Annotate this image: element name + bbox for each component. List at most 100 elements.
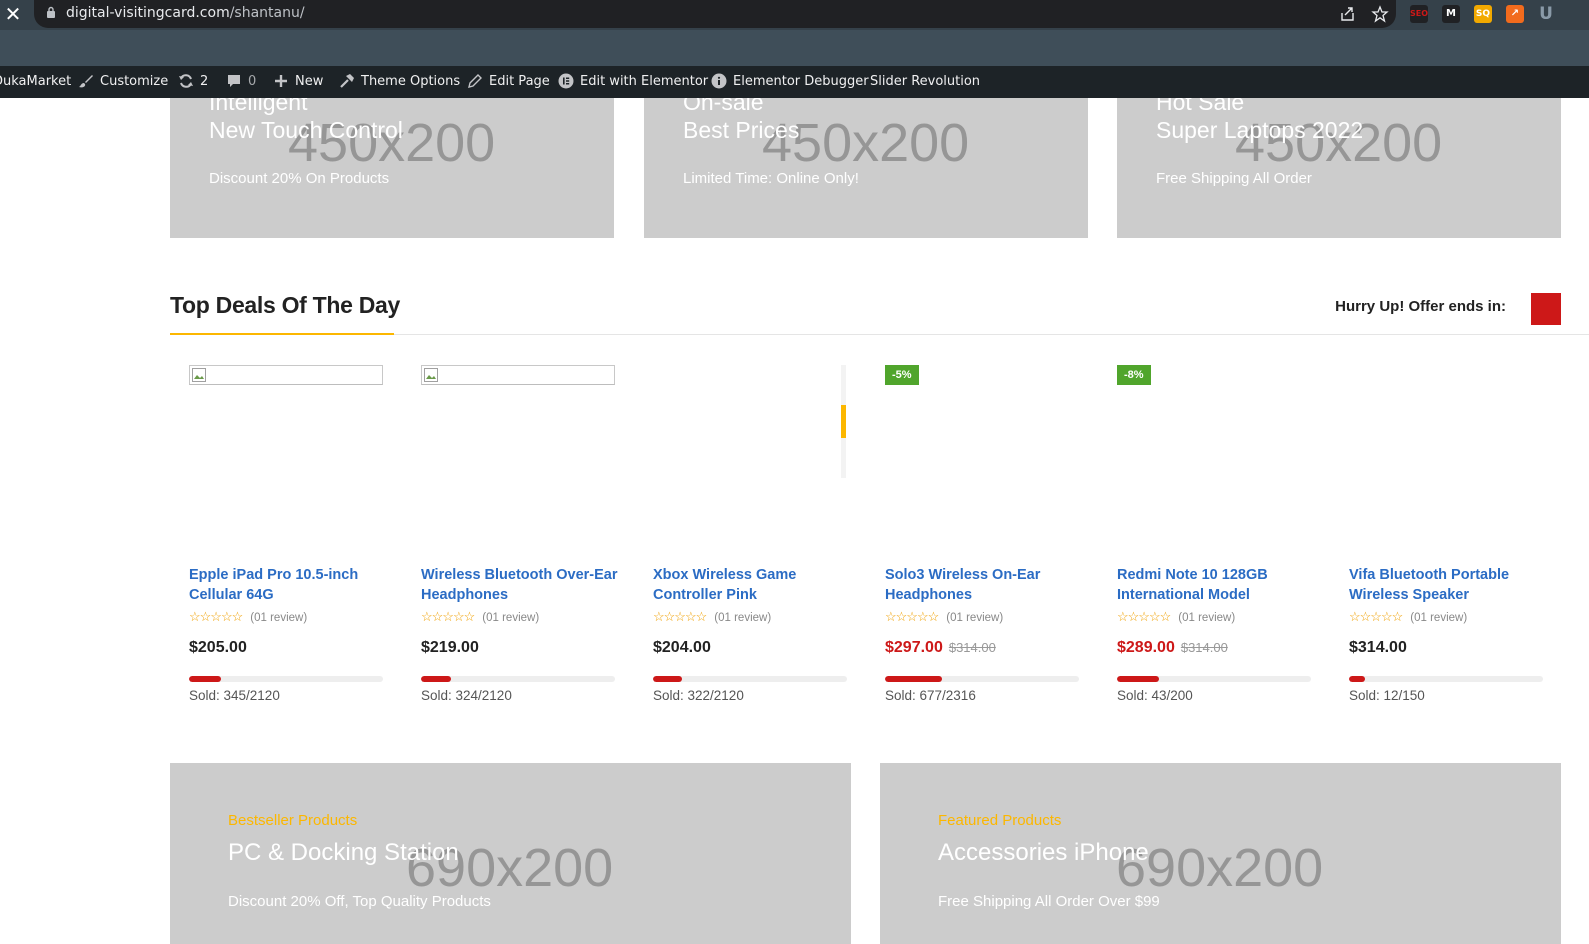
sold-progress-bar xyxy=(1349,676,1543,682)
admin-customize-label: Customize xyxy=(100,74,169,89)
admin-theme-options[interactable]: Theme Options xyxy=(339,66,460,98)
product-name[interactable]: Solo3 Wireless On-Ear Headphones xyxy=(885,565,1085,605)
product-card[interactable]: Epple iPad Pro 10.5-inch Cellular 64G ☆☆… xyxy=(189,365,383,715)
lock-icon xyxy=(47,6,55,18)
admin-new[interactable]: New xyxy=(273,66,323,98)
review-count[interactable]: (01 review) xyxy=(1410,612,1467,624)
broken-image-icon xyxy=(192,368,206,382)
bookmarks-bar xyxy=(0,30,1589,66)
star-icon[interactable] xyxy=(1371,5,1389,23)
product-price: $314.00 xyxy=(1349,639,1407,656)
admin-elementor-debugger[interactable]: Elementor Debugger xyxy=(711,66,869,98)
sold-count: Sold: 12/150 xyxy=(1349,688,1425,703)
product-name[interactable]: Xbox Wireless Game Controller Pink xyxy=(653,565,853,605)
discount-badge: -5% xyxy=(885,365,919,385)
admin-slider-revolution[interactable]: Slider Revolution xyxy=(870,66,980,98)
admin-edit-elementor[interactable]: Edit with Elementor xyxy=(558,66,708,98)
product-rating: ☆☆☆☆☆ (01 review) xyxy=(1117,609,1235,624)
close-icon[interactable]: ✕ xyxy=(2,3,24,25)
admin-comments[interactable]: 0 xyxy=(226,66,256,98)
sold-progress-fill xyxy=(1349,676,1365,682)
admin-updates[interactable]: 2 xyxy=(178,66,208,98)
banner-line1: Hot Sale xyxy=(1156,98,1245,115)
wp-admin-bar: DukaMarket Customize 2 0 New Theme Optio… xyxy=(0,66,1589,98)
product-card[interactable]: Vifa Bluetooth Portable Wireless Speaker… xyxy=(1349,365,1543,715)
banner-line2: New Touch Control xyxy=(209,117,403,143)
banner-line1: Intelligent xyxy=(209,98,308,115)
discount-badge: -8% xyxy=(1117,365,1151,385)
product-name[interactable]: Wireless Bluetooth Over-Ear Headphones xyxy=(421,565,621,605)
sold-count: Sold: 322/2120 xyxy=(653,688,744,703)
admin-slider-label: Slider Revolution xyxy=(870,74,981,89)
banner-line2: Best Prices xyxy=(683,117,800,143)
banner-title: PC & Docking Station xyxy=(228,839,459,866)
admin-theme-options-label: Theme Options xyxy=(361,74,461,89)
url-text[interactable]: digital-visitingcard.com/shantanu/ xyxy=(66,5,305,21)
info-icon xyxy=(711,73,727,88)
category-banner-2[interactable]: 690x200 Featured Products Accessories iP… xyxy=(880,763,1561,944)
product-card[interactable]: -8% Redmi Note 10 128GB International Mo… xyxy=(1117,365,1311,715)
promo-banner-3[interactable]: 450x200 Hot Sale Super Laptops 2022 Free… xyxy=(1117,98,1561,238)
banner-subtitle: Discount 20% On Products xyxy=(209,170,390,187)
product-image[interactable] xyxy=(421,365,615,385)
product-card[interactable]: Wireless Bluetooth Over-Ear Headphones ☆… xyxy=(421,365,617,715)
sold-count: Sold: 677/2316 xyxy=(885,688,976,703)
admin-updates-count: 2 xyxy=(200,74,209,89)
banner-subtitle: Free Shipping All Order Over $99 xyxy=(938,893,1160,910)
url-domain: digital-visitingcard.com xyxy=(66,5,230,21)
admin-site-name-label: DukaMarket xyxy=(0,74,72,89)
product-price: $204.00 xyxy=(653,639,711,656)
browser-toolbar: ✕ digital-visitingcard.com/shantanu/ SEO… xyxy=(0,0,1589,30)
sold-progress-bar xyxy=(189,676,383,682)
original-price: $314.00 xyxy=(948,640,996,655)
sold-progress-bar xyxy=(653,676,847,682)
product-image[interactable] xyxy=(189,365,383,385)
sold-progress-fill xyxy=(1117,676,1159,682)
product-price: $205.00 xyxy=(189,639,247,656)
product-name[interactable]: Epple iPad Pro 10.5-inch Cellular 64G xyxy=(189,565,389,605)
updates-icon xyxy=(179,73,193,88)
product-name[interactable]: Redmi Note 10 128GB International Model xyxy=(1117,565,1317,605)
banner-eyebrow: Featured Products xyxy=(938,812,1062,829)
admin-site-name[interactable]: DukaMarket xyxy=(0,66,71,98)
review-count[interactable]: (01 review) xyxy=(946,612,1003,624)
plus-icon xyxy=(275,74,287,87)
sold-progress-fill xyxy=(189,676,221,682)
sold-progress-fill xyxy=(653,676,683,682)
u-extension-icon[interactable]: U xyxy=(1537,5,1555,23)
product-card[interactable]: Xbox Wireless Game Controller Pink ☆☆☆☆☆… xyxy=(653,365,847,715)
trend-extension-icon[interactable]: ↗ xyxy=(1506,5,1524,23)
banner-subtitle: Free Shipping All Order xyxy=(1156,170,1312,187)
carousel-scroll-thumb[interactable] xyxy=(841,405,846,438)
admin-edit-page[interactable]: Edit Page xyxy=(467,66,550,98)
product-name[interactable]: Vifa Bluetooth Portable Wireless Speaker xyxy=(1349,565,1549,605)
star-rating-icon: ☆☆☆☆☆ xyxy=(189,609,243,624)
admin-debugger-label: Elementor Debugger xyxy=(733,74,869,89)
countdown-label: Hurry Up! Offer ends in: xyxy=(1335,298,1506,315)
banner-title: Accessories iPhone xyxy=(938,839,1149,866)
share-icon[interactable] xyxy=(1339,5,1357,23)
star-rating-icon: ☆☆☆☆☆ xyxy=(1117,609,1171,624)
promo-banner-1[interactable]: 450x200 Intelligent New Touch Control Di… xyxy=(170,98,614,238)
product-card[interactable]: -5% Solo3 Wireless On-Ear Headphones ☆☆☆… xyxy=(885,365,1079,715)
sold-progress-fill xyxy=(421,676,451,682)
admin-customize[interactable]: Customize xyxy=(78,66,168,98)
sold-progress-bar xyxy=(885,676,1079,682)
promo-banner-2[interactable]: 450x200 On-sale Best Prices Limited Time… xyxy=(644,98,1088,238)
banner-subtitle: Discount 20% Off, Top Quality Products xyxy=(228,893,491,910)
m-extension-icon[interactable]: M xyxy=(1442,5,1460,23)
sq-extension-icon[interactable]: SQ xyxy=(1474,5,1492,23)
review-count[interactable]: (01 review) xyxy=(714,612,771,624)
section-title: Top Deals Of The Day xyxy=(170,292,401,318)
broken-image-icon xyxy=(424,368,438,382)
category-banner-1[interactable]: 690x200 Bestseller Products PC & Docking… xyxy=(170,763,851,944)
review-count[interactable]: (01 review) xyxy=(1178,612,1235,624)
review-count[interactable]: (01 review) xyxy=(482,612,539,624)
carousel-scrollbar[interactable] xyxy=(841,365,846,478)
seo-extension-icon[interactable]: SEO xyxy=(1410,5,1428,23)
review-count[interactable]: (01 review) xyxy=(250,612,307,624)
admin-edit-elementor-label: Edit with Elementor xyxy=(580,74,709,89)
brush-icon xyxy=(79,74,93,87)
banner-line1: On-sale xyxy=(683,98,764,115)
sold-progress-fill xyxy=(885,676,942,682)
